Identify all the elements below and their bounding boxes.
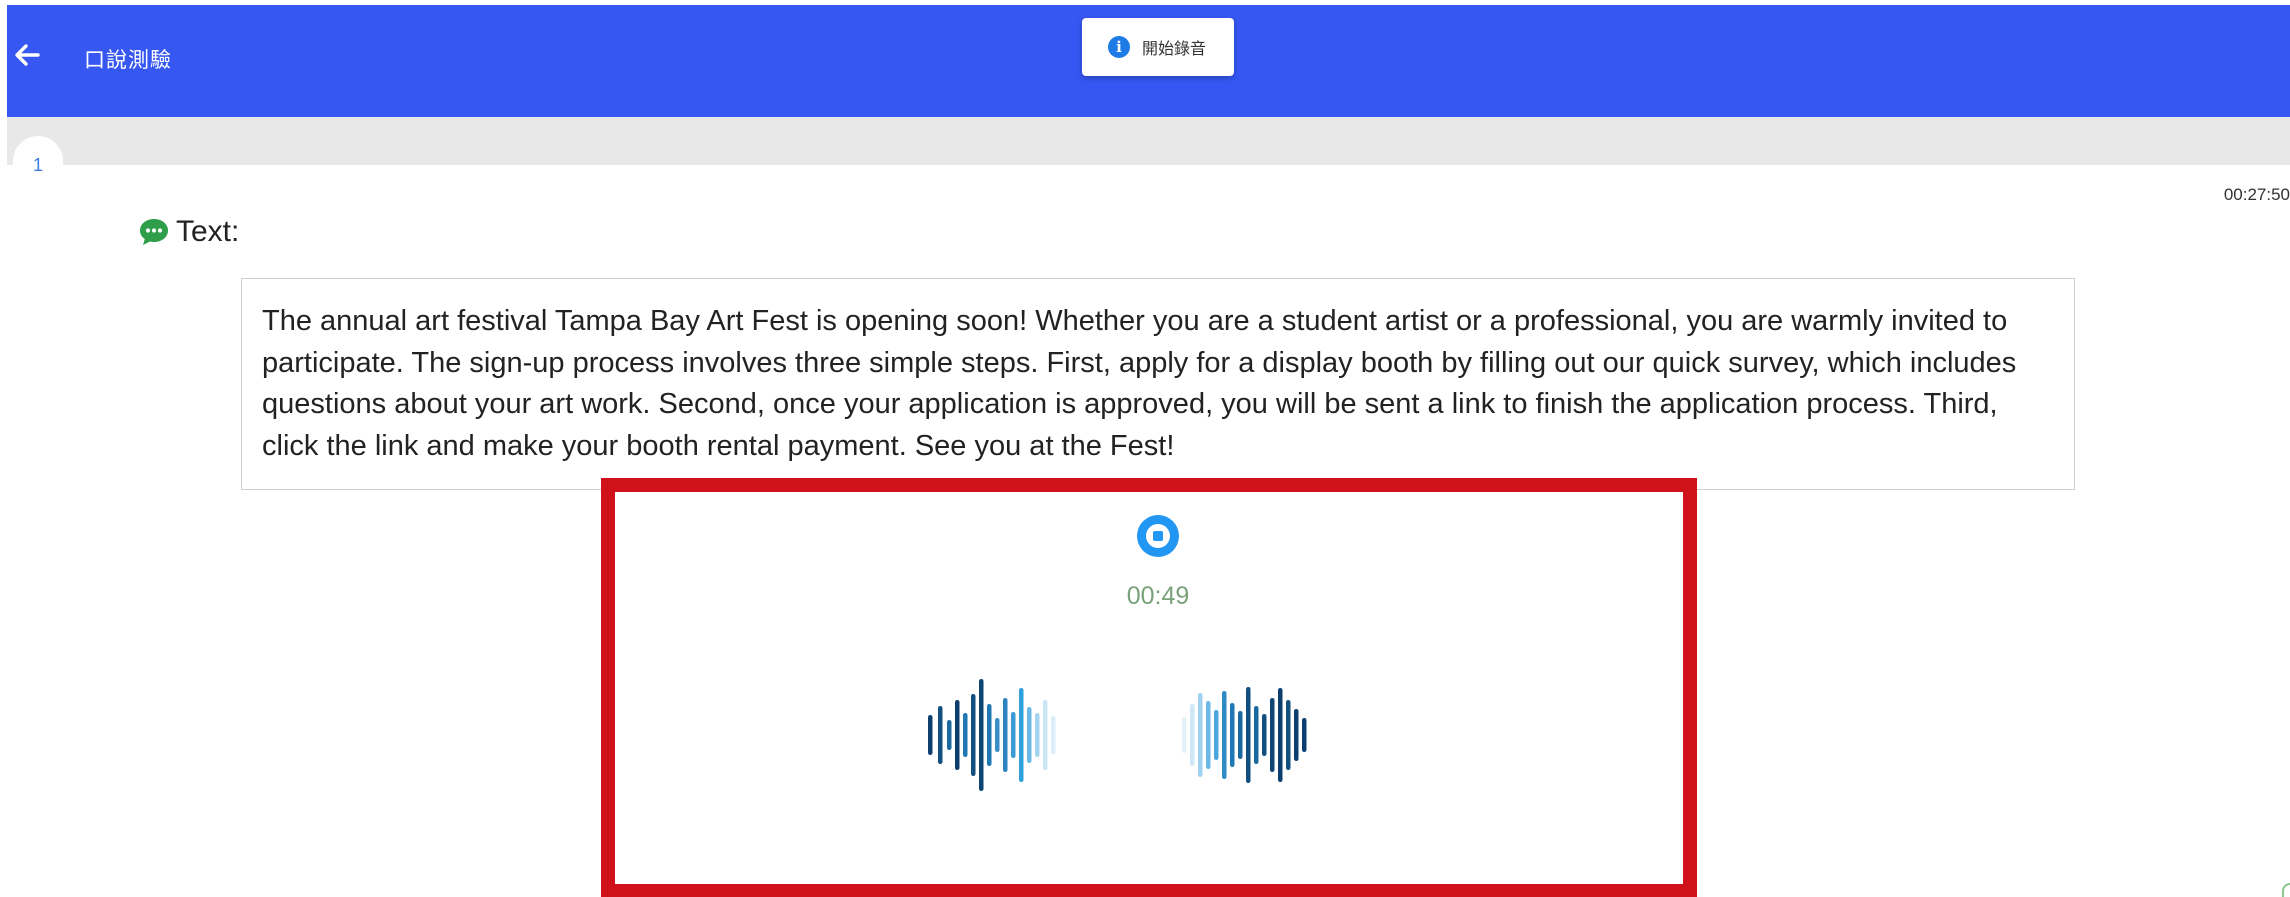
waveform-bar xyxy=(1262,714,1267,756)
waveform-bar xyxy=(947,720,952,750)
waveform-bar xyxy=(1019,688,1024,782)
waveform-bar xyxy=(1278,688,1283,782)
waveform-bar xyxy=(1051,716,1056,754)
back-button[interactable] xyxy=(12,38,42,72)
waveform-bar xyxy=(1043,700,1048,770)
waveform-bar xyxy=(1035,713,1040,757)
stop-record-icon[interactable] xyxy=(1136,514,1180,558)
waveform-bar xyxy=(963,713,968,757)
waveform-bar xyxy=(928,715,933,755)
waveform-bar xyxy=(1270,698,1275,772)
waveform-bar xyxy=(1027,707,1032,763)
waveform-bar xyxy=(979,679,984,791)
waveform-bar xyxy=(995,718,1000,752)
waveform-bar xyxy=(1214,710,1219,760)
waveform-bar xyxy=(955,700,960,770)
waveform-bar xyxy=(1294,709,1299,761)
passage-label-row: Text: xyxy=(138,215,239,249)
arrow-left-icon xyxy=(15,44,40,66)
waveform-bar xyxy=(1011,712,1016,758)
oral-test-page: 口說測驗 i 開始錄音 1 00:27:50 Text: The annual … xyxy=(0,0,2290,897)
waveform-bar xyxy=(1206,701,1211,769)
waveform-bar xyxy=(1003,698,1008,772)
corner-mark xyxy=(2282,883,2290,897)
waveform-bar xyxy=(971,694,976,776)
left-edge xyxy=(0,0,7,897)
waveform-bar xyxy=(1222,691,1227,779)
info-icon: i xyxy=(1108,36,1130,58)
waveform-bar xyxy=(1286,700,1291,770)
audio-waveform-icon xyxy=(928,679,1307,791)
waveform-bar xyxy=(1198,693,1203,777)
waveform-bar xyxy=(987,704,992,766)
toast-message: 開始錄音 xyxy=(1142,41,1207,58)
page-title: 口說測驗 xyxy=(84,49,172,72)
waveform-bar xyxy=(1190,704,1195,766)
chat-bubble-icon xyxy=(140,219,168,245)
waveform-bar xyxy=(1246,687,1251,783)
waveform-bar xyxy=(938,706,943,764)
question-number: 1 xyxy=(33,155,44,175)
waveform-bar xyxy=(1238,711,1243,759)
waveform-bar xyxy=(1254,706,1259,764)
countdown-timer: 00:27:50 xyxy=(2223,185,2290,204)
waveform-bar xyxy=(1230,703,1235,767)
recording-elapsed-time: 00:49 xyxy=(1126,582,1190,610)
question-tab-strip xyxy=(7,117,2290,165)
waveform-bar xyxy=(1302,718,1307,752)
recording-started-toast: i 開始錄音 xyxy=(1082,18,1234,76)
waveform-bar xyxy=(1182,717,1187,753)
passage-text: The annual art festival Tampa Bay Art Fe… xyxy=(241,278,2075,490)
passage-label: Text: xyxy=(176,215,240,248)
